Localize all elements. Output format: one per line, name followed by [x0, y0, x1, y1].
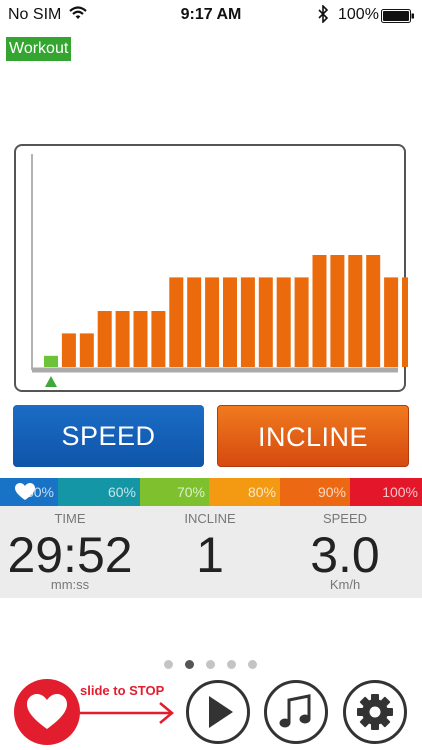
page-indicator[interactable]	[0, 660, 422, 672]
speed-label: SPEED	[322, 511, 368, 526]
page-dot[interactable]	[185, 660, 194, 669]
hr-zone: 90%	[280, 478, 350, 506]
battery-icon	[381, 9, 415, 28]
page-dot[interactable]	[248, 660, 257, 669]
heart-button[interactable]	[14, 679, 80, 745]
hr-zone-label: 90%	[317, 484, 346, 500]
profile-bar	[169, 277, 184, 367]
profile-bar	[312, 255, 327, 367]
profile-bar	[240, 277, 255, 367]
speed-value: 3.0	[310, 527, 380, 583]
position-marker-icon	[45, 376, 57, 387]
heart-icon	[27, 694, 67, 729]
stats-panel: TIME 29:52 mm:ss INCLINE 1 SPEED 3.0 Km/…	[0, 506, 422, 598]
time-label: TIME	[54, 511, 86, 526]
profile-bar	[187, 277, 202, 367]
slide-arrow-icon[interactable]	[80, 700, 180, 726]
workout-profile-chart	[14, 144, 408, 392]
heart-rate-icon	[14, 482, 36, 507]
hr-zone: 60%	[58, 478, 140, 506]
workout-profile-svg	[31, 154, 408, 387]
profile-bar	[79, 333, 94, 367]
time-unit: mm:ss	[50, 577, 90, 592]
profile-bar	[294, 277, 309, 367]
profile-bar	[330, 255, 345, 367]
music-note-icon	[279, 694, 311, 728]
music-button[interactable]	[264, 680, 328, 744]
profile-bar	[276, 277, 291, 367]
profile-bar	[366, 255, 381, 367]
page-dot[interactable]	[164, 660, 173, 669]
profile-bar	[61, 333, 76, 367]
settings-button[interactable]	[343, 680, 407, 744]
incline-button[interactable]: INCLINE	[217, 405, 409, 467]
play-button[interactable]	[186, 680, 250, 744]
gear-icon	[357, 694, 393, 730]
speed-unit: Km/h	[329, 577, 361, 592]
profile-bar	[402, 277, 408, 367]
incline-value: 1	[196, 527, 224, 583]
incline-label: INCLINE	[184, 511, 236, 526]
hr-zone-label: 80%	[247, 484, 276, 500]
profile-bar	[258, 277, 273, 367]
bottom-controls: slide to STOP	[0, 676, 422, 750]
hr-zone-label: 70%	[176, 484, 205, 500]
profile-bar	[384, 277, 399, 367]
hr-zone: 70%	[140, 478, 209, 506]
profile-bar	[133, 311, 148, 367]
profile-bar	[151, 311, 166, 367]
play-icon	[209, 696, 233, 728]
status-bar: No SIM 9:17 AM 100%	[0, 0, 422, 30]
hr-zone-label: 60%	[107, 484, 136, 500]
time-value: 29:52	[7, 527, 133, 583]
hr-zone: 80%	[209, 478, 280, 506]
hr-zone: 100%	[350, 478, 422, 506]
page-dot[interactable]	[227, 660, 236, 669]
hr-zone-label: 100%	[382, 484, 418, 500]
profile-bar	[97, 311, 112, 367]
workout-tag[interactable]: Workout	[6, 37, 72, 61]
profile-bar	[223, 277, 237, 367]
profile-bar	[115, 311, 130, 367]
speed-button[interactable]: SPEED	[13, 405, 204, 467]
bluetooth-icon	[317, 4, 329, 28]
profile-bar	[348, 255, 363, 367]
heart-rate-zone-bar: 50% 60% 70% 80% 90% 100%	[0, 478, 422, 506]
slide-to-stop-label: slide to STOP	[80, 683, 165, 698]
battery-percent: 100%	[338, 6, 379, 23]
page-dot[interactable]	[206, 660, 215, 669]
profile-bar	[205, 277, 220, 367]
profile-bar	[44, 355, 58, 367]
